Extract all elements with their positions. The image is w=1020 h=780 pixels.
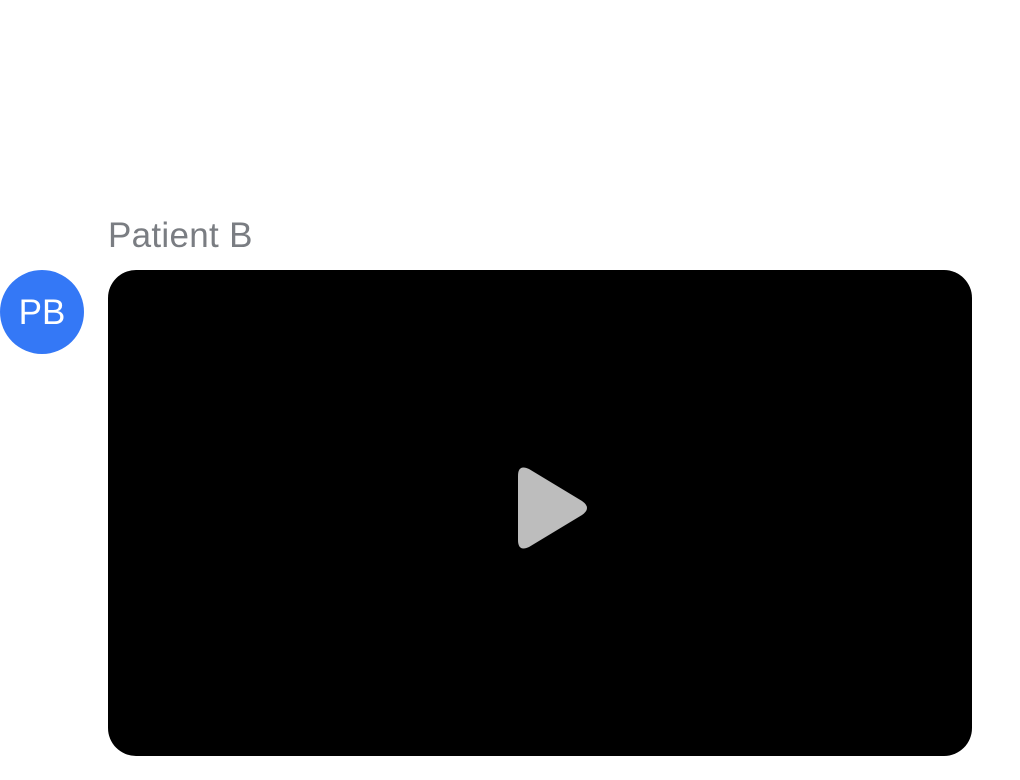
play-icon[interactable] [500,464,590,564]
sender-name: Patient B [108,216,253,255]
video-attachment[interactable] [108,270,972,756]
avatar[interactable]: PB [0,270,84,354]
chat-message: Patient B PB [0,210,1020,770]
avatar-initials: PB [18,292,66,332]
